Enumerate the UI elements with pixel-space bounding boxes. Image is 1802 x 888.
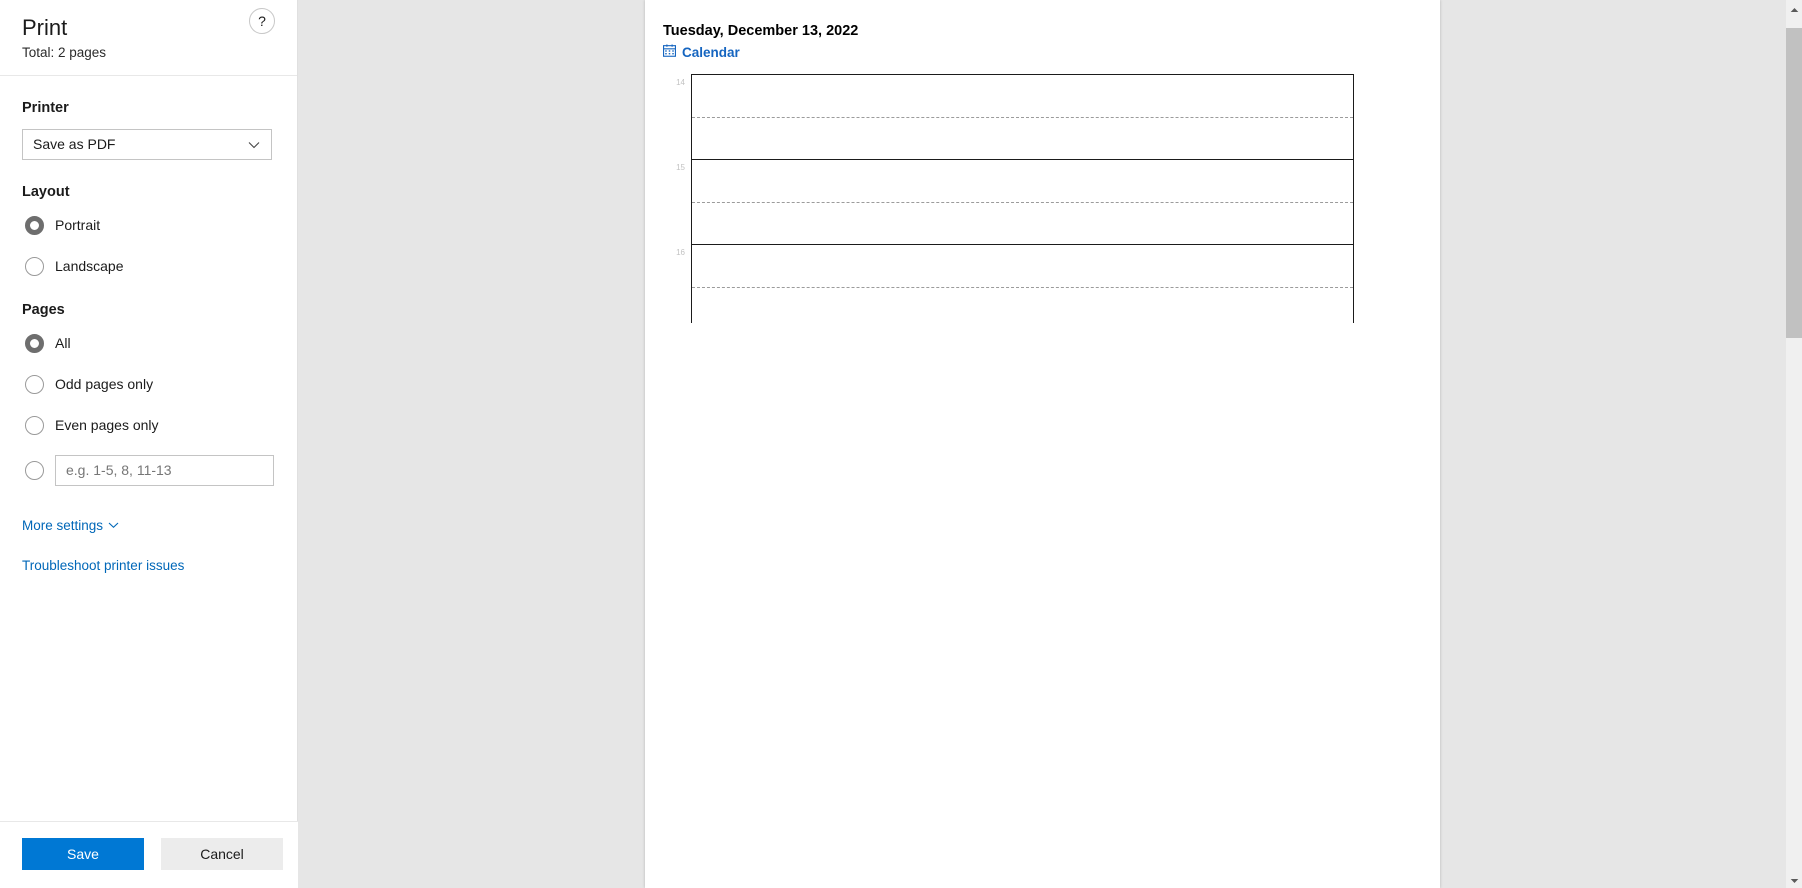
help-button[interactable]: ?: [249, 8, 275, 34]
scrollbar-down-button[interactable]: [1786, 871, 1802, 888]
radio-pages-odd[interactable]: Odd pages only: [22, 372, 275, 396]
half-hour-line-2: [692, 287, 1353, 288]
radio-label-odd: Odd pages only: [55, 375, 154, 392]
custom-range-input[interactable]: [55, 454, 274, 486]
radio-indicator-portrait[interactable]: [25, 215, 44, 235]
radio-indicator-custom-range[interactable]: [25, 460, 44, 480]
preview-calendar-label: Calendar: [682, 45, 740, 60]
preview-document-title: Tuesday, December 13, 2022: [663, 23, 859, 39]
hour-block-2[interactable]: [691, 244, 1354, 323]
hour-block-0[interactable]: [691, 74, 1354, 159]
troubleshoot-printer-issues-link[interactable]: Troubleshoot printer issues: [22, 557, 184, 575]
total-pages-text: Total: 2 pages: [22, 45, 107, 60]
printer-section-label: Printer: [22, 100, 69, 116]
hour-label-2: 16: [676, 248, 685, 257]
calendar-icon: [663, 44, 677, 62]
pages-section-label: Pages: [22, 302, 65, 318]
half-hour-line-0: [692, 117, 1353, 118]
radio-label-landscape: Landscape: [55, 257, 124, 274]
radio-indicator-odd[interactable]: [25, 374, 44, 394]
panel-body: Printer Save as PDF Layout Portrait Land…: [0, 99, 297, 575]
save-button[interactable]: Save: [22, 838, 144, 870]
calendar-grid: 14 15 16: [663, 74, 1423, 334]
custom-range-row: [22, 454, 275, 486]
troubleshoot-row: Troubleshoot printer issues: [22, 557, 275, 575]
print-dialog-screen: Print Total: 2 pages ? Printer Save as P…: [0, 0, 1802, 888]
scrollbar-up-button[interactable]: [1786, 0, 1802, 17]
scrollbar-thumb[interactable]: [1786, 28, 1802, 338]
hour-block-1[interactable]: [691, 159, 1354, 244]
layout-section: Layout Portrait Landscape: [22, 183, 275, 278]
more-settings-label: More settings: [22, 518, 104, 533]
print-settings-panel: Print Total: 2 pages ? Printer Save as P…: [0, 0, 298, 888]
preview-calendar-row: Calendar: [663, 44, 740, 62]
caret-down-icon: [1790, 871, 1799, 888]
pages-section: Pages All Odd pages only Even pages only: [22, 301, 275, 486]
radio-layout-portrait[interactable]: Portrait: [22, 213, 275, 237]
half-hour-line-1: [692, 202, 1353, 203]
preview-page-sheet: Tuesday, December 13, 2022 Calendar 14 1…: [645, 0, 1440, 888]
print-preview-area: Tuesday, December 13, 2022 Calendar 14 1…: [298, 0, 1802, 888]
radio-label-portrait: Portrait: [55, 216, 101, 233]
printer-select-wrapper: Save as PDF: [22, 129, 272, 160]
chevron-down-icon: [108, 517, 119, 532]
hour-label-1: 15: [676, 163, 685, 172]
radio-pages-all[interactable]: All: [22, 331, 275, 355]
caret-up-icon: [1790, 0, 1799, 18]
printer-select[interactable]: Save as PDF: [22, 129, 272, 160]
radio-label-even: Even pages only: [55, 416, 159, 433]
printer-section: Printer Save as PDF: [22, 99, 275, 160]
more-settings-link[interactable]: More settings: [22, 516, 119, 535]
radio-indicator-all[interactable]: [25, 333, 44, 353]
radio-pages-even[interactable]: Even pages only: [22, 413, 275, 437]
more-settings-row: More settings: [22, 516, 275, 535]
layout-section-label: Layout: [22, 184, 70, 200]
radio-layout-landscape[interactable]: Landscape: [22, 254, 275, 278]
radio-indicator-even[interactable]: [25, 415, 44, 435]
hour-label-0: 14: [676, 78, 685, 87]
page-title: Print: [22, 15, 68, 40]
preview-scrollbar[interactable]: [1786, 0, 1802, 888]
radio-indicator-landscape[interactable]: [25, 256, 44, 276]
cancel-button[interactable]: Cancel: [161, 838, 283, 870]
panel-header: Print Total: 2 pages ?: [0, 0, 297, 76]
radio-label-all: All: [55, 334, 71, 351]
panel-footer: Save Cancel: [0, 821, 298, 888]
